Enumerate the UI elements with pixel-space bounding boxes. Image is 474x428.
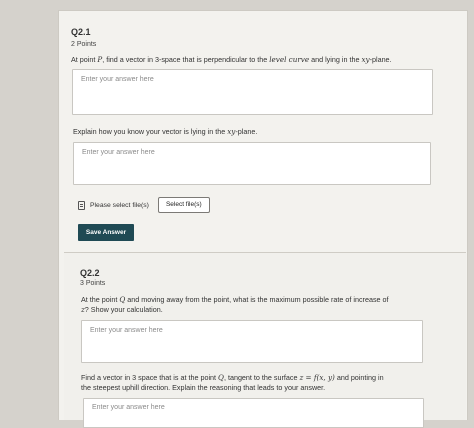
upload-label: Please select file(s) bbox=[90, 201, 149, 209]
file-upload-row: Please select file(s) Select file(s) bbox=[78, 197, 210, 213]
answer-field-vector[interactable]: Enter your answer here bbox=[72, 69, 433, 115]
answer-placeholder: Enter your answer here bbox=[82, 149, 155, 156]
answer-field-explain[interactable]: Enter your answer here bbox=[73, 142, 431, 185]
answer-placeholder: Enter your answer here bbox=[92, 404, 165, 411]
question-number: Q2.2 bbox=[80, 268, 100, 278]
question-prompt-vector: At point P, find a vector in 3-space tha… bbox=[71, 55, 392, 64]
question-points: 2 Points bbox=[71, 41, 97, 48]
question-number: Q2.1 bbox=[71, 27, 91, 37]
save-answer-button[interactable]: Save Answer bbox=[78, 224, 134, 241]
question-prompt-rate: At the point Q and moving away from the … bbox=[81, 295, 389, 314]
question-points: 3 Points bbox=[80, 280, 106, 287]
question-prompt-tangent: Find a vector in 3 space that is at the … bbox=[81, 373, 384, 392]
answer-placeholder: Enter your answer here bbox=[90, 327, 163, 334]
question-prompt-explain: Explain how you know your vector is lyin… bbox=[73, 127, 258, 136]
select-files-button[interactable]: Select file(s) bbox=[157, 197, 210, 213]
answer-field-tangent[interactable]: Enter your answer here bbox=[83, 398, 424, 428]
answer-field-rate[interactable]: Enter your answer here bbox=[81, 320, 423, 363]
answer-placeholder: Enter your answer here bbox=[81, 76, 154, 83]
file-icon bbox=[78, 200, 85, 210]
